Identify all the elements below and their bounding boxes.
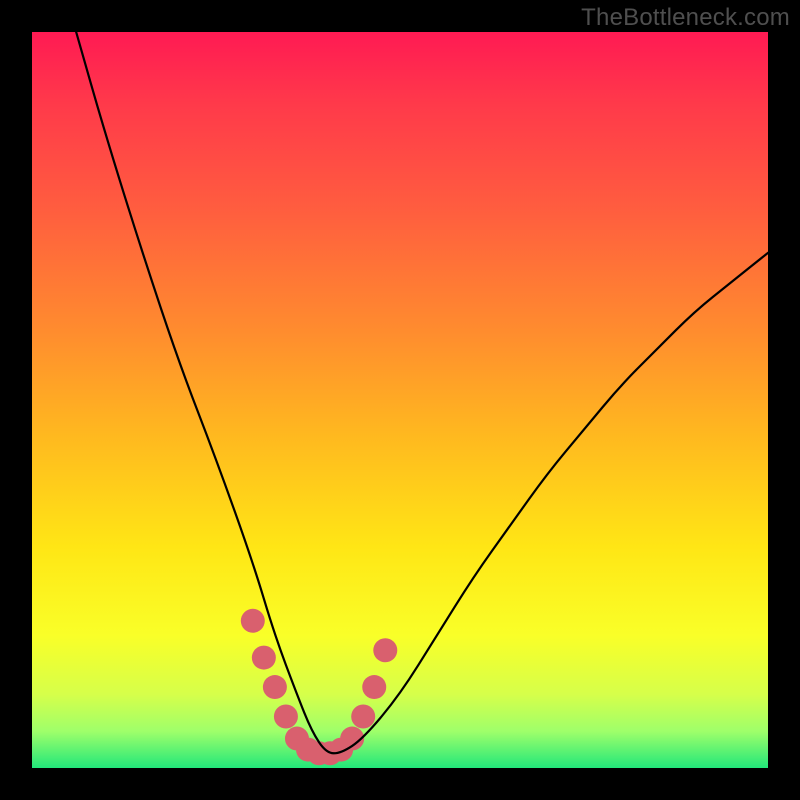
bottleneck-curve [76,32,768,753]
highlight-dot [274,704,298,728]
highlight-dot [362,675,386,699]
curve-svg [32,32,768,768]
highlight-dot [351,704,375,728]
highlight-dot [241,609,265,633]
watermark-text: TheBottleneck.com [581,4,790,32]
chart-frame: TheBottleneck.com [0,0,800,800]
highlight-dot [263,675,287,699]
plot-area [32,32,768,768]
highlight-dot [252,646,276,670]
highlight-dot [373,638,397,662]
